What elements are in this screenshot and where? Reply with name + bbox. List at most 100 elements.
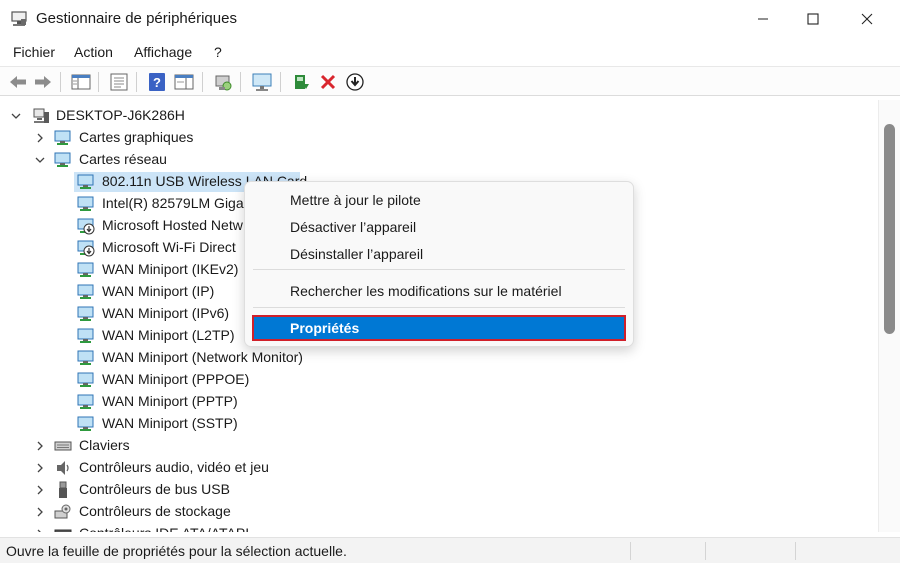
- close-icon: [861, 13, 873, 25]
- tree-category-network-adapters[interactable]: Cartes réseau: [0, 149, 400, 171]
- toolbar: ?: [0, 66, 900, 96]
- disable-button[interactable]: [344, 71, 366, 93]
- minimize-button[interactable]: [736, 0, 790, 38]
- tree-category-row[interactable]: Contrôleurs de stockage: [0, 501, 400, 523]
- network-adapter-icon: [77, 196, 94, 211]
- scrollbar-thumb[interactable]: [884, 124, 895, 334]
- scan-hardware-button[interactable]: [212, 71, 234, 93]
- menu-help[interactable]: ?: [214, 44, 222, 60]
- menu-item-properties[interactable]: Propriétés: [252, 315, 626, 341]
- network-adapter-icon: [54, 152, 71, 167]
- menu-action[interactable]: Action: [74, 44, 113, 60]
- device-label: WAN Miniport (IPv6): [102, 305, 230, 321]
- network-device-row[interactable]: WAN Miniport (PPPOE): [0, 369, 400, 391]
- device-label: Microsoft Hosted Netw: [102, 217, 243, 233]
- network-device-row[interactable]: WAN Miniport (Network Monitor): [0, 347, 400, 369]
- category-label: Contrôleurs audio, vidéo et jeu: [79, 459, 269, 475]
- svg-text:?: ?: [153, 75, 161, 90]
- device-label: WAN Miniport (PPTP): [102, 393, 238, 409]
- menu-affichage[interactable]: Affichage: [134, 44, 192, 60]
- menu-fichier[interactable]: Fichier: [13, 44, 55, 60]
- disable-icon: [346, 73, 364, 91]
- close-button[interactable]: [840, 0, 894, 38]
- chevron-down-icon[interactable]: [34, 154, 46, 166]
- computer-monitor-icon: [252, 73, 272, 91]
- storage-controller-icon: [54, 504, 71, 519]
- tree-category-display-adapters[interactable]: Cartes graphiques: [0, 127, 400, 149]
- menu-bar: Fichier Action Affichage ?: [0, 41, 900, 65]
- chevron-down-icon[interactable]: [10, 110, 22, 122]
- network-adapter-icon: [77, 350, 94, 365]
- device-label: WAN Miniport (SSTP): [102, 415, 238, 431]
- chevron-right-icon[interactable]: [34, 440, 46, 452]
- uninstall-button[interactable]: [317, 71, 339, 93]
- status-bar: Ouvre la feuille de propriétés pour la s…: [0, 537, 900, 563]
- console-tree-button[interactable]: [70, 71, 92, 93]
- tree-category-row[interactable]: Contrôleurs audio, vidéo et jeu: [0, 457, 400, 479]
- properties-icon: [110, 73, 128, 91]
- forward-button[interactable]: [32, 71, 54, 93]
- menu-item-disable-device[interactable]: Désactiver l’appareil: [290, 219, 416, 235]
- network-adapter-download-icon: [77, 240, 95, 257]
- show-hide-console-tree-icon: [71, 74, 91, 90]
- tree-category-row[interactable]: Contrôleurs IDE ATA/ATAPI: [0, 523, 400, 532]
- forward-icon: [35, 76, 51, 88]
- device-label: WAN Miniport (IKEv2): [102, 261, 239, 277]
- device-label: WAN Miniport (IP): [102, 283, 215, 299]
- category-label: Contrôleurs IDE ATA/ATAPI: [79, 525, 249, 532]
- network-device-row[interactable]: WAN Miniport (PPTP): [0, 391, 400, 413]
- device-label: WAN Miniport (L2TP): [102, 327, 235, 343]
- category-label: Cartes réseau: [79, 151, 167, 167]
- computer-icon: [33, 108, 49, 123]
- menu-separator: [253, 307, 625, 308]
- tree-category-row[interactable]: Claviers: [0, 435, 400, 457]
- ide-controller-icon: [54, 529, 72, 532]
- add-driver-icon: [295, 75, 309, 89]
- chevron-right-icon[interactable]: [34, 528, 46, 532]
- tree-category-row[interactable]: Contrôleurs de bus USB: [0, 479, 400, 501]
- network-adapter-icon: [77, 372, 94, 387]
- device-label: WAN Miniport (Network Monitor): [102, 349, 303, 365]
- window-title: Gestionnaire de périphériques: [36, 10, 237, 27]
- network-adapter-icon: [77, 394, 94, 409]
- vertical-scrollbar[interactable]: [878, 100, 900, 532]
- menu-item-update-driver[interactable]: Mettre à jour le pilote: [290, 192, 421, 208]
- display-adapter-icon: [54, 130, 71, 145]
- device-label: Intel(R) 82579LM Gigab: [102, 195, 252, 211]
- category-label: Contrôleurs de bus USB: [79, 481, 230, 497]
- network-adapter-download-icon: [77, 218, 95, 235]
- scan-hardware-icon: [215, 75, 232, 91]
- uninstall-icon: [320, 74, 336, 90]
- category-label: Claviers: [79, 437, 130, 453]
- menu-item-scan-hardware[interactable]: Rechercher les modifications sur le maté…: [290, 283, 562, 299]
- network-adapter-icon: [77, 284, 94, 299]
- tree-root[interactable]: DESKTOP-J6K286H: [0, 105, 400, 127]
- menu-separator: [253, 269, 625, 270]
- network-adapter-icon: [77, 262, 94, 277]
- chevron-right-icon[interactable]: [34, 462, 46, 474]
- monitor-button[interactable]: [251, 71, 273, 93]
- speaker-icon: [57, 461, 69, 475]
- minimize-icon: [758, 18, 768, 20]
- menu-item-uninstall-device[interactable]: Désinstaller l’appareil: [290, 246, 423, 262]
- network-adapter-icon: [77, 306, 94, 321]
- network-adapter-icon: [77, 328, 94, 343]
- properties-button[interactable]: [108, 71, 130, 93]
- chevron-right-icon[interactable]: [34, 506, 46, 518]
- help-button[interactable]: ?: [146, 71, 168, 93]
- status-text: Ouvre la feuille de propriétés pour la s…: [6, 543, 347, 559]
- action-pane-button[interactable]: [173, 71, 195, 93]
- chevron-right-icon[interactable]: [34, 484, 46, 496]
- device-label: Microsoft Wi-Fi Direct: [102, 239, 236, 255]
- maximize-button[interactable]: [786, 0, 840, 38]
- chevron-right-icon[interactable]: [34, 132, 46, 144]
- keyboard-icon: [54, 441, 72, 451]
- menu-item-properties-label: Propriétés: [290, 320, 360, 336]
- network-device-row[interactable]: WAN Miniport (SSTP): [0, 413, 400, 435]
- title-bar: Gestionnaire de périphériques: [0, 0, 900, 38]
- network-adapter-icon: [77, 174, 94, 189]
- update-driver-button[interactable]: [290, 71, 312, 93]
- device-manager-icon: [11, 11, 27, 26]
- back-button[interactable]: [7, 71, 29, 93]
- category-label: Contrôleurs de stockage: [79, 503, 231, 519]
